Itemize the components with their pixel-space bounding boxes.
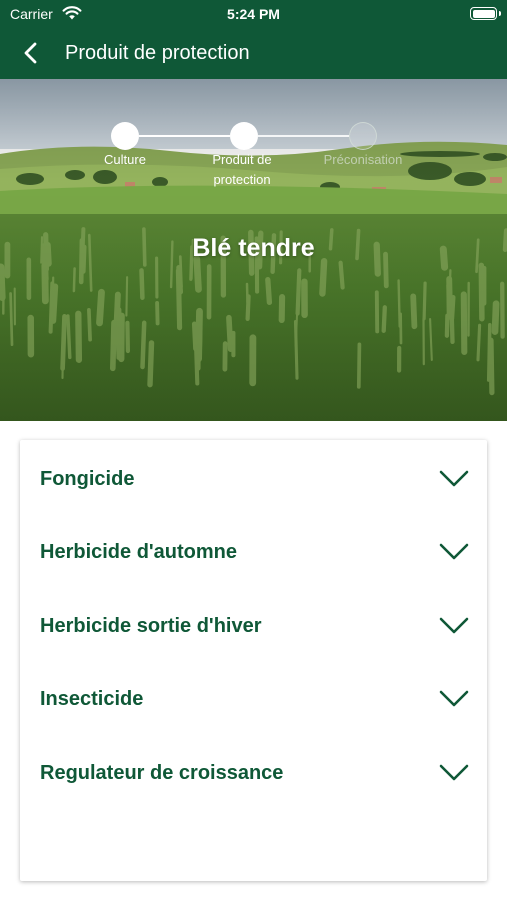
accordion-item-label: Herbicide sortie d'hiver <box>40 615 262 637</box>
battery-icon <box>470 7 501 20</box>
stepper-connector <box>139 135 230 137</box>
progress-stepper: Culture Produit de protection Préconisat… <box>0 79 507 199</box>
accordion-item-regulateur-croissance[interactable]: Regulateur de croissance <box>20 742 487 802</box>
status-bar: Carrier 5:24 PM <box>0 0 507 28</box>
step-produit-label: Produit de protection <box>187 150 297 190</box>
crop-title: Blé tendre <box>192 234 315 262</box>
navigation-bar: Produit de protection <box>0 28 507 79</box>
back-button[interactable] <box>18 39 46 67</box>
step-label-line: Préconisation <box>323 152 403 167</box>
accordion-item-label: Insecticide <box>40 688 144 710</box>
accordion-item-label: Regulateur de croissance <box>40 762 284 784</box>
stepper-connector <box>258 135 349 137</box>
app-screen: Carrier 5:24 PM Produit de protection Cu… <box>0 0 507 900</box>
chevron-down-icon <box>439 690 469 707</box>
step-label-line: Produit de <box>212 152 272 167</box>
step-preconisation-indicator <box>349 122 377 150</box>
step-preconisation-label: Préconisation <box>308 150 418 170</box>
hero-banner: Culture Produit de protection Préconisat… <box>0 79 507 421</box>
step-culture-indicator <box>111 122 139 150</box>
chevron-down-icon <box>439 617 469 634</box>
accordion-item-herbicide-sortie-hiver[interactable]: Herbicide sortie d'hiver <box>20 595 487 655</box>
step-produit-indicator <box>230 122 258 150</box>
status-time: 5:24 PM <box>227 6 280 22</box>
step-label-line: protection <box>213 172 271 187</box>
chevron-left-icon <box>24 42 37 64</box>
product-category-list: Fongicide Herbicide d'automne Herbicide … <box>20 440 487 881</box>
chevron-down-icon <box>439 764 469 781</box>
accordion-item-label: Herbicide d'automne <box>40 541 238 563</box>
chevron-down-icon <box>439 470 469 487</box>
accordion-item-herbicide-automne[interactable]: Herbicide d'automne <box>20 521 487 581</box>
step-culture-label: Culture <box>70 150 180 170</box>
page-title: Produit de protection <box>65 42 250 64</box>
step-label-line: Culture <box>104 152 146 167</box>
accordion-item-insecticide[interactable]: Insecticide <box>20 668 487 728</box>
accordion-item-label: Fongicide <box>40 468 135 490</box>
chevron-down-icon <box>439 543 469 560</box>
accordion-item-fongicide[interactable]: Fongicide <box>20 448 487 508</box>
